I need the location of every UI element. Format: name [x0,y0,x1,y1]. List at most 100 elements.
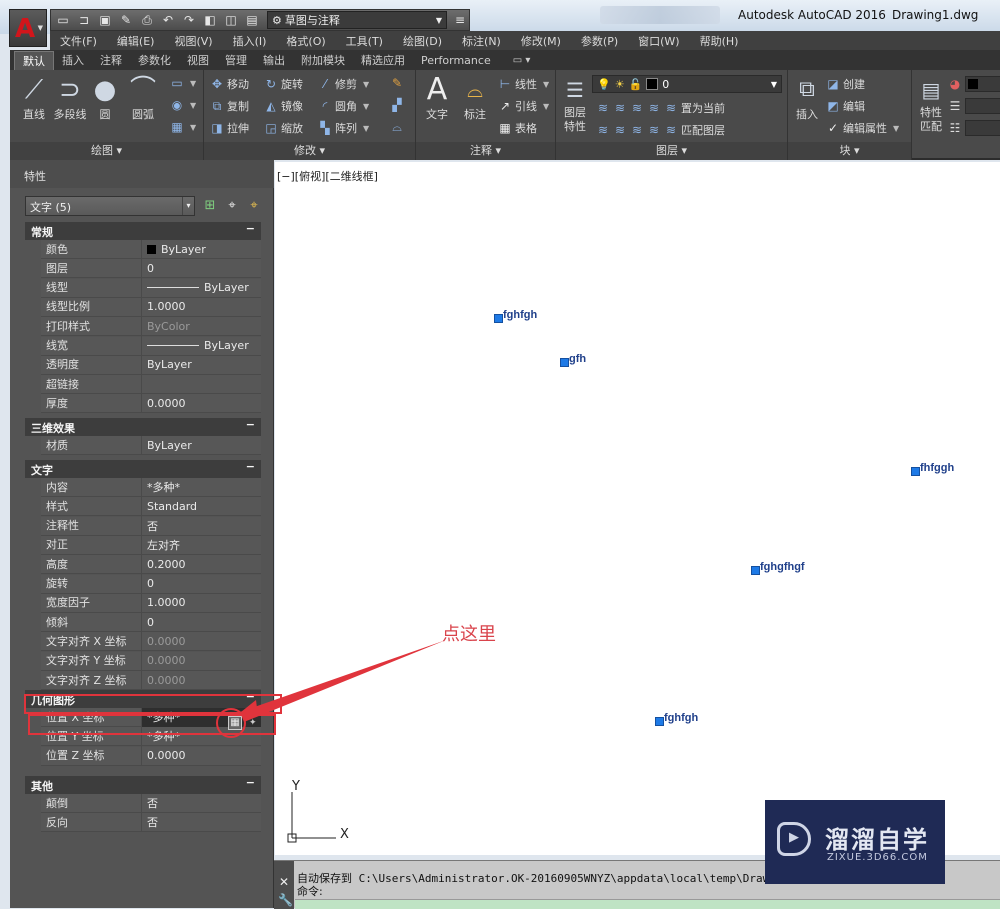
layer-properties-tool[interactable]: ☰ 图层特性 [560,74,590,134]
property-value[interactable]: 0.0000 [142,749,261,762]
workspace-dropdown[interactable]: ⚙ 草图与注释 ▼ [267,11,447,29]
fillet-tool[interactable]: ◜ 圆角 ▼ [318,98,369,114]
dimension-tool[interactable]: ⌓ 标注 [460,74,490,122]
property-value[interactable]: Standard [142,500,261,513]
text-object[interactable]: gfh [560,353,586,367]
collapse-icon[interactable]: − [246,460,255,473]
match-icon[interactable]: ◧ [202,13,218,27]
erase-tool[interactable]: ✎ [390,76,404,90]
property-row[interactable]: 位置 Z 坐标 0.0000 [41,746,261,766]
ribbon-minimize-toggle[interactable]: ▭ ▾ [505,54,539,67]
edit-attributes-tool[interactable]: ✓ 编辑属性 ▼ [826,120,899,136]
tab-home[interactable]: 默认 [14,50,54,70]
redo-icon[interactable]: ↷ [181,13,197,27]
property-row[interactable]: 打印样式 ByColor [41,316,261,337]
property-row[interactable]: 颠倒否 [41,793,261,813]
property-value[interactable]: 否 [142,518,261,534]
property-row[interactable]: 文字对齐 X 坐标 0.0000 [41,631,261,652]
move-tool[interactable]: ✥ 移动 [210,76,249,92]
menu-view[interactable]: 视图(V) [164,33,222,49]
scale-tool[interactable]: ◲ 缩放 [264,120,303,136]
linetype-control[interactable]: ☷ [948,120,1000,136]
property-row[interactable]: 反向否 [41,812,261,833]
match-properties-tool[interactable]: ▤ 特性匹配 [916,74,946,134]
section-header[interactable]: 文字 − [25,460,261,478]
property-row[interactable]: 材质 ByLayer [41,435,261,455]
property-row[interactable]: 宽度因子 1.0000 [41,593,261,613]
property-row[interactable]: 线型比例 1.0000 [41,297,261,317]
menu-edit[interactable]: 编辑(E) [107,33,165,49]
property-value[interactable]: 0.0000 [142,654,261,667]
property-value[interactable]: ByLayer [142,439,261,452]
customize-toolbar-icon[interactable]: ≡ [452,13,468,27]
drawing-canvas[interactable] [275,162,1000,855]
linear-tool[interactable]: ⊢ 线性 ▼ [498,76,549,92]
tab-performance[interactable]: Performance [413,53,499,68]
select-objects-icon[interactable]: ⌖ [224,198,240,214]
table-tool[interactable]: ▦ 表格 [498,120,537,136]
color-control[interactable]: ◕ [948,76,1000,92]
property-value[interactable]: ByLayer [142,281,261,294]
property-value[interactable]: 0 [142,262,261,275]
property-row[interactable]: 厚度 0.0000 [41,393,261,414]
menu-window[interactable]: 窗口(W) [628,33,689,49]
property-value[interactable]: ByColor [142,320,261,333]
text-object[interactable]: fghfgh [655,712,698,726]
grip-handle[interactable] [494,313,503,323]
layer-off-icon[interactable]: ≋ [596,101,610,115]
layers-panel-title[interactable]: 图层 ▾ [556,142,787,160]
new-icon[interactable]: ▭ [55,13,71,27]
property-value[interactable]: 0.0000 [142,397,261,410]
edit-block-tool[interactable]: ◩ 编辑 [826,98,865,114]
open-icon[interactable]: ⊐ [76,13,92,27]
property-value[interactable]: 0.2000 [142,558,261,571]
command-line-grip[interactable]: ✕ 🔧 [274,861,294,909]
layer-isolate-icon[interactable]: ≋ [613,101,627,115]
tab-featured-apps[interactable]: 精选应用 [353,51,413,69]
property-value[interactable]: 0.0000 [142,674,261,687]
layer-unisolate-icon[interactable]: ≋ [613,123,627,137]
collapse-icon[interactable]: − [246,418,255,431]
selection-dropdown[interactable]: 文字 (5) ▾ [25,196,195,216]
ellipse-tool[interactable]: ◉ ▼ [170,98,196,112]
stretch-tool[interactable]: ◨ 拉伸 [210,120,249,136]
tab-view[interactable]: 视图 [179,51,217,69]
trim-tool[interactable]: ⁄ 修剪 ▼ [318,76,369,92]
layer-dropdown[interactable]: 💡 ☀ 🔓 0 ▼ [592,75,782,93]
collapse-icon[interactable]: − [246,776,255,789]
property-row[interactable]: 透明度 ByLayer [41,355,261,375]
menu-dimension[interactable]: 标注(N) [452,33,511,49]
rotate-tool[interactable]: ↻ 旋转 [264,76,303,92]
menu-help[interactable]: 帮助(H) [690,33,749,49]
property-value[interactable]: 1.0000 [142,596,261,609]
array-tool[interactable]: ▚ 阵列 ▼ [318,120,369,136]
modify-panel-title[interactable]: 修改 ▾ [204,142,415,160]
tab-insert[interactable]: 插入 [54,51,92,69]
annotation-panel-title[interactable]: 注释 ▾ [416,142,555,160]
text-object[interactable]: fghfgh [494,309,537,323]
text-object[interactable]: fghgfhgf [751,561,805,575]
property-value[interactable]: 否 [142,795,261,811]
quick-select-icon[interactable]: ⌖ [246,198,262,214]
grip-handle[interactable] [560,357,569,367]
arc-tool[interactable]: ⌒ 圆弧 [128,74,158,122]
line-tool[interactable]: ⟋ 直线 [16,74,52,122]
property-value[interactable]: 0 [142,577,261,590]
tab-annotate[interactable]: 注释 [92,51,130,69]
property-row[interactable]: 线型 ByLayer [41,278,261,298]
text-object[interactable]: fhfggh [911,462,954,476]
grip-handle[interactable] [911,466,920,476]
text-tool[interactable]: A 文字 [422,74,452,122]
insert-block-tool[interactable]: ⧉ 插入 [792,74,822,122]
plot-icon[interactable]: ⎙ [139,13,155,27]
property-value[interactable]: ByLayer [142,358,261,371]
section-header[interactable]: 常规 − [25,222,261,240]
create-block-tool[interactable]: ◪ 创建 [826,76,865,92]
application-menu-button[interactable]: A ▼ [9,9,47,47]
polyline-tool[interactable]: ⊃ 多段线 [50,74,90,122]
layer-lock-icon[interactable]: ≋ [647,101,661,115]
block-panel-title[interactable]: 块 ▾ [788,142,911,160]
menu-modify[interactable]: 修改(M) [511,33,571,49]
section-header[interactable]: 其他 − [25,776,261,794]
property-row[interactable]: 样式 Standard [41,496,261,517]
